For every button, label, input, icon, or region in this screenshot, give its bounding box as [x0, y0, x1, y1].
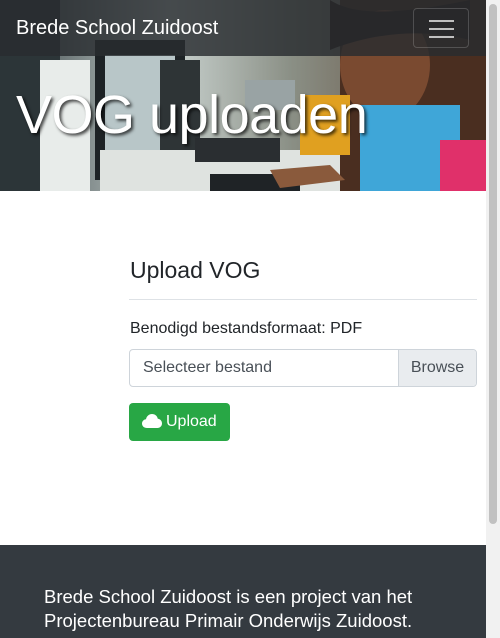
upload-heading: Upload VOG — [130, 257, 261, 283]
navbar-brand[interactable]: Brede School Zuidoost — [16, 17, 218, 39]
scrollbar-thumb[interactable] — [489, 4, 497, 524]
footer: Brede School Zuidoost is een project van… — [0, 545, 486, 638]
divider — [129, 299, 477, 300]
page-title: VOG uploaden — [16, 85, 368, 145]
format-note: Benodigd bestandsformaat: PDF — [130, 320, 363, 337]
upload-button[interactable]: Upload — [129, 403, 230, 441]
file-input-placeholder: Selecteer bestand — [143, 359, 272, 376]
upload-button-label: Upload — [166, 413, 217, 430]
footer-text: Brede School Zuidoost is een project van… — [44, 586, 413, 631]
page-scrollbar[interactable] — [486, 0, 500, 638]
cloud-upload-icon — [142, 414, 162, 428]
menu-toggle-button[interactable] — [413, 8, 469, 48]
hamburger-icon-line — [429, 36, 454, 38]
file-input[interactable]: Selecteer bestand Browse — [129, 349, 477, 387]
hero-banner: Brede School Zuidoost VOG uploaden — [0, 0, 486, 191]
hamburger-icon-line — [429, 28, 454, 30]
navbar: Brede School Zuidoost — [0, 0, 486, 56]
hamburger-icon — [429, 20, 454, 22]
browse-button[interactable]: Browse — [398, 350, 476, 386]
